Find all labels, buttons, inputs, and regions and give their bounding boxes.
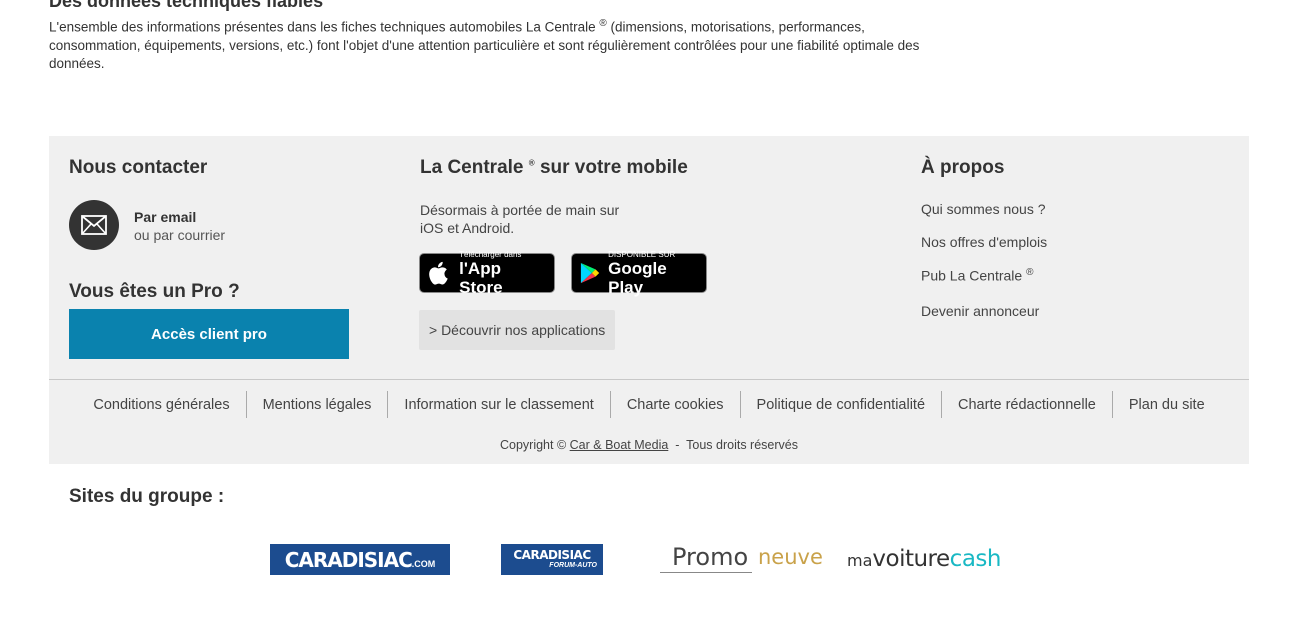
contact-title: Nous contacter: [69, 157, 208, 178]
intro-text-part1: L'ensemble des informations présentes da…: [49, 19, 596, 35]
mobile-description: Désormais à portée de main sur iOS et An…: [420, 201, 650, 237]
legal-link-privacy[interactable]: Politique de confidentialité: [741, 391, 943, 418]
copyright-suffix: - Tous droits réservés: [668, 438, 798, 452]
app-store-text: Télécharger dans l'App Store: [459, 250, 546, 297]
mavoiturecash-logo-ma: ma: [847, 551, 873, 570]
apple-icon: [429, 261, 448, 285]
footer-divider: [49, 379, 1249, 380]
mobile-title-part2: sur votre mobile: [534, 157, 688, 178]
google-play-icon: [580, 262, 600, 284]
group-sites-title: Sites du groupe :: [69, 486, 225, 507]
legal-link-mentions[interactable]: Mentions légales: [247, 391, 389, 418]
promoneuve-logo-neuve: neuve: [758, 545, 823, 569]
contact-mail-label[interactable]: ou par courrier: [134, 226, 225, 244]
about-link-pub-reg: ®: [1026, 267, 1034, 278]
promoneuve-logo-promo: Promo: [672, 543, 749, 571]
mobile-title-part1: La Centrale: [420, 157, 524, 178]
envelope-icon[interactable]: [69, 200, 119, 250]
about-link-jobs[interactable]: Nos offres d'emplois: [921, 234, 1047, 250]
legal-link-editorial[interactable]: Charte rédactionnelle: [942, 391, 1113, 418]
copyright-link[interactable]: Car & Boat Media: [570, 438, 669, 452]
copyright-prefix: Copyright ©: [499, 438, 570, 452]
caradisiac-logo[interactable]: CARADISIAC .COM: [270, 544, 450, 575]
pro-access-button[interactable]: Accès client pro: [69, 309, 349, 359]
legal-link-classement[interactable]: Information sur le classement: [388, 391, 611, 418]
forum-logo-text: CARADISIAC: [513, 548, 591, 562]
about-title: À propos: [921, 157, 1005, 178]
contact-email-label[interactable]: Par email: [134, 208, 225, 226]
footer: Nous contacter Par email ou par courrier…: [49, 136, 1249, 464]
google-play-small: DISPONIBLE SUR: [608, 249, 676, 259]
google-play-big: Google Play: [608, 258, 667, 297]
contact-text[interactable]: Par email ou par courrier: [134, 208, 225, 244]
legal-link-sitemap[interactable]: Plan du site: [1113, 391, 1221, 418]
intro-section: Des données techniques fiables L'ensembl…: [49, 0, 949, 73]
about-link-pub[interactable]: Pub La Centrale ®: [921, 267, 1033, 284]
caradisiac-logo-text: CARADISIAC: [284, 547, 413, 572]
mobile-desc-line1: Désormais à portée de main sur: [420, 202, 620, 218]
google-play-text: DISPONIBLE SUR Google Play: [608, 250, 698, 297]
google-play-badge[interactable]: DISPONIBLE SUR Google Play: [571, 250, 707, 297]
mavoiturecash-logo-voiture: voiture: [872, 546, 950, 572]
intro-title: Des données techniques fiables: [49, 0, 324, 11]
intro-reg: ®: [599, 18, 607, 29]
about-link-pub-label[interactable]: Pub La Centrale: [921, 268, 1022, 284]
caradisiac-logo-com: .COM: [411, 558, 436, 569]
app-store-badge[interactable]: Télécharger dans l'App Store: [419, 250, 555, 297]
legal-link-cgu[interactable]: Conditions générales: [77, 391, 247, 418]
mavoiturecash-logo[interactable]: ma voiture cash: [847, 546, 1029, 576]
promoneuve-logo[interactable]: Promo neuve: [660, 543, 828, 577]
forum-logo-sub: FORUM-AUTO: [549, 562, 597, 569]
app-store-big: l'App Store: [459, 258, 503, 297]
mavoiturecash-logo-cash: cash: [949, 546, 1002, 572]
envelope-svg: [81, 215, 107, 235]
legal-links-bar: Conditions générales Mentions légales In…: [49, 391, 1249, 418]
mobile-title: La Centrale ® sur votre mobile: [420, 157, 688, 179]
copyright: Copyright © Car & Boat Media - Tous droi…: [49, 438, 1249, 452]
about-link-advertiser[interactable]: Devenir annonceur: [921, 303, 1039, 319]
pro-title: Vous êtes un Pro ?: [69, 281, 240, 302]
legal-link-cookies[interactable]: Charte cookies: [611, 391, 741, 418]
promoneuve-underline: [660, 572, 752, 573]
intro-text: L'ensemble des informations présentes da…: [49, 15, 949, 73]
mobile-desc-line2: iOS et Android.: [420, 220, 515, 236]
app-store-small: Télécharger dans: [459, 249, 522, 259]
about-link-who[interactable]: Qui sommes nous ?: [921, 201, 1046, 217]
discover-apps-button[interactable]: > Découvrir nos applications: [419, 310, 616, 350]
caradisiac-forum-logo[interactable]: CARADISIAC FORUM-AUTO: [501, 544, 603, 575]
